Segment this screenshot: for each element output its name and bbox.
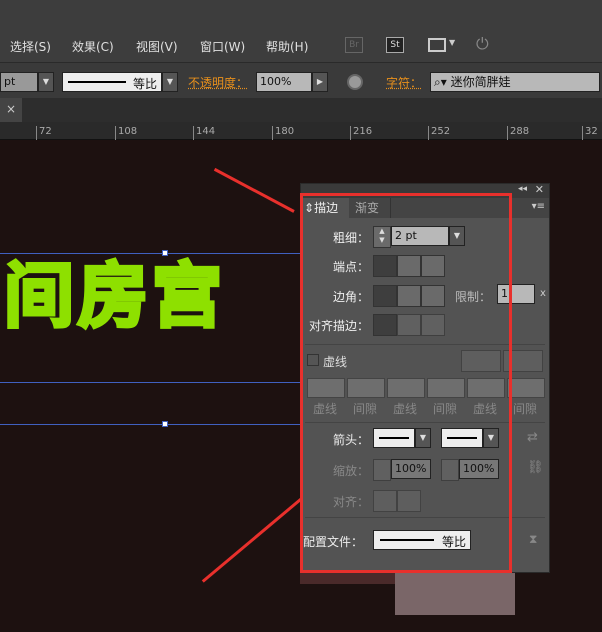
control-bar: pt ▼ 等比 ▼ 不透明度： 100% ▶ 字符： ⌕▾ 迷你简胖娃 (0, 62, 602, 98)
collapse-icon[interactable]: ◂◂ (518, 184, 527, 194)
close-icon[interactable]: ✕ (535, 183, 544, 196)
baseline-guide (0, 382, 300, 383)
menu-effect[interactable]: 效果(C) (72, 38, 114, 55)
opacity-label[interactable]: 不透明度： (188, 74, 248, 91)
limit-unit: x (540, 288, 546, 299)
panel-menu-icon[interactable]: ▾≡ (532, 201, 545, 212)
selection-handle[interactable] (162, 421, 168, 427)
document-tab-bar: × (0, 98, 602, 122)
sync-icon[interactable]: ⏻ (476, 34, 489, 54)
unit-dropdown[interactable]: ▼ (38, 72, 54, 92)
chevron-down-icon[interactable]: ▼ (449, 38, 455, 47)
character-label[interactable]: 字符： (386, 74, 422, 91)
bounding-box-bottom (0, 424, 300, 425)
selected-text-object[interactable]: 间房宫 (2, 240, 226, 341)
ruler-tick: 288 (507, 126, 529, 140)
menu-bar: 选择(S) 效果(C) 视图(V) 窗口(W) 帮助(H) Br St ▼ ⏻ (0, 0, 602, 62)
ruler-tick: 180 (272, 126, 294, 140)
profile-dropdown[interactable]: ▼ (162, 72, 178, 92)
unit-field[interactable]: pt (0, 72, 38, 92)
ruler-tick: 216 (350, 126, 372, 140)
link-scale-icon[interactable]: ⛓ (527, 460, 544, 475)
ruler-tick: 144 (193, 126, 215, 140)
ruler-tick: 108 (115, 126, 137, 140)
swap-arrows-icon[interactable]: ⇄ (527, 430, 538, 445)
font-field[interactable]: ⌕▾ 迷你简胖娃 (430, 72, 600, 92)
highlight-box (300, 193, 512, 573)
gap-field-3[interactable] (507, 378, 545, 398)
menu-select[interactable]: 选择(S) (10, 38, 51, 55)
recolor-icon[interactable] (347, 74, 363, 90)
opacity-field[interactable]: 100% (256, 72, 312, 92)
gap-label: 间隙 (513, 402, 538, 416)
ruler: 72 108 144 180 216 252 288 32 (0, 122, 602, 140)
ruler-tick: 252 (428, 126, 450, 140)
menu-help[interactable]: 帮助(H) (266, 38, 308, 55)
menu-view[interactable]: 视图(V) (136, 38, 178, 55)
opacity-slider-button[interactable]: ▶ (312, 72, 328, 92)
font-name: 迷你简胖娃 (450, 75, 511, 89)
menu-window[interactable]: 窗口(W) (200, 38, 245, 55)
close-tab-icon[interactable]: × (0, 98, 22, 122)
profile-label: 等比 (132, 77, 157, 91)
stroke-profile-field[interactable]: 等比 (62, 72, 162, 92)
search-icon: ⌕▾ (434, 75, 447, 89)
bridge-icon[interactable]: Br (345, 37, 363, 53)
flip-profile-icon[interactable]: ⧗ (529, 532, 537, 547)
ruler-tick: 72 (36, 126, 52, 140)
workspace-layout-icon[interactable] (428, 38, 446, 52)
stock-icon[interactable]: St (386, 37, 404, 53)
ruler-tick: 32 (582, 126, 598, 140)
